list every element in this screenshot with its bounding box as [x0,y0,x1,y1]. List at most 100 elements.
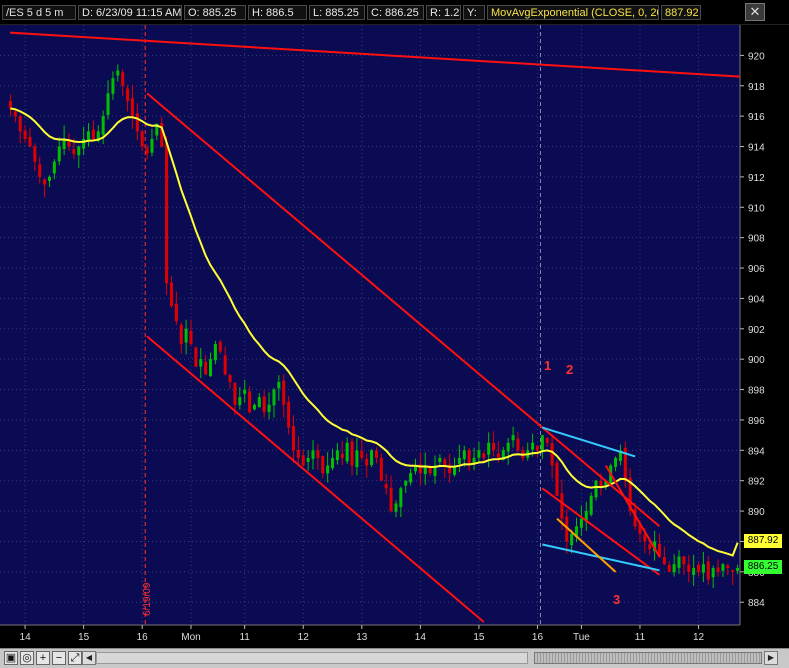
candle-body [692,568,696,575]
low-readout: L: 885.25 [309,5,365,20]
magnify-icon[interactable]: ◎ [20,651,34,665]
candle-body [384,484,388,489]
candle-body [311,450,315,459]
y-tick-label: 890 [748,507,765,518]
candle-body [736,568,740,571]
x-tick-label: 16 [137,632,149,643]
candle-body [477,450,481,458]
candle-body [560,493,564,519]
chart-footer: ▣ ◎ + − ⤢ ◀ ▶ [0,648,789,668]
candle-body [199,359,203,367]
y-tick-label: 902 [748,325,765,336]
candle-body [218,341,222,352]
scroll-right-icon[interactable]: ▶ [764,651,778,665]
candle-body [711,568,715,578]
candle-body [682,556,686,565]
study-value: 887.92 [661,5,701,20]
candle-body [487,442,491,455]
fit-icon[interactable]: ▣ [4,651,18,665]
expand-icon[interactable]: ⤢ [68,651,82,665]
candle-body [672,564,676,573]
down-candle [165,136,169,296]
scroll-thumb[interactable] [534,652,762,664]
candle-body [116,70,120,76]
candle-body [277,381,281,389]
y-tick-label: 904 [748,294,765,305]
y-tick-label: 906 [748,264,765,275]
candle-body [355,450,359,467]
candle-body [126,88,130,101]
candle-body [282,380,286,405]
x-tick-label: 14 [20,632,32,643]
candle-body [204,361,208,375]
candle-body [331,457,335,469]
x-tick-label: 14 [415,632,427,643]
candle-body [579,518,583,528]
candle-body [511,435,515,441]
candle-body [594,480,598,498]
wave-label-2: 2 [566,362,573,377]
close-icon[interactable]: ✕ [745,3,765,21]
candle-body [23,130,27,139]
candle-body [701,564,705,573]
chart-window: 8848868888908928948968989009029049069089… [0,0,789,668]
candle-body [67,140,71,147]
last-price-tag: 886.25 [744,560,782,574]
x-tick-label: 15 [78,632,90,643]
candle-body [570,533,574,546]
down-candle [555,460,559,496]
symbol-label[interactable]: /ES 5 d 5 m [2,5,76,20]
candle-body [379,457,383,481]
y-tick-label: 894 [748,446,765,457]
candle-body [716,567,720,572]
candle-body [394,503,398,512]
candle-body [150,138,154,153]
candle-body [52,161,56,174]
candle-body [340,453,344,458]
x-tick-label: 11 [239,632,250,643]
up-candle [370,449,374,468]
candle-body [335,450,339,461]
candle-body [72,149,76,155]
candle-body [91,129,95,139]
candle-body [531,442,535,450]
candle-body [438,457,442,462]
study-name[interactable]: MovAvgExponential (CLOSE, 0, 20) [487,5,659,20]
candle-body [8,100,12,109]
zoom-out-icon[interactable]: − [52,651,66,665]
candle-body [360,451,364,458]
candle-body [589,495,593,515]
candle-body [326,465,330,474]
candle-body [106,93,110,116]
candle-body [706,561,710,580]
candle-body [399,488,403,508]
candle-body [47,176,51,181]
candle-body [238,397,242,406]
wave-label-1: 1 [544,358,551,373]
candle-body [365,459,369,466]
y-tick-label: 920 [748,51,765,62]
candle-body [252,404,256,410]
plot-area [0,25,740,625]
candle-body [550,443,554,466]
y-tick-label: 896 [748,416,765,427]
zoom-in-icon[interactable]: + [36,651,50,665]
candle-body [516,438,520,451]
candle-body [370,450,374,465]
x-tick-label: Mon [181,632,200,643]
candle-body [233,382,237,405]
candle-body [121,72,125,86]
scroll-track[interactable] [96,652,528,664]
candle-body [267,404,271,413]
candle-body [82,138,86,149]
open-readout: O: 885.25 [184,5,246,20]
candle-body [731,570,735,572]
candle-body [57,146,61,162]
candle-body [87,131,91,141]
candle-body [13,111,17,117]
scroll-left-icon[interactable]: ◀ [82,651,96,665]
x-tick-label: 16 [532,632,544,643]
candle-body [189,330,193,344]
price-chart[interactable]: 8848868888908928948968989009029049069089… [0,0,789,667]
wave-label-3: 3 [613,592,620,607]
